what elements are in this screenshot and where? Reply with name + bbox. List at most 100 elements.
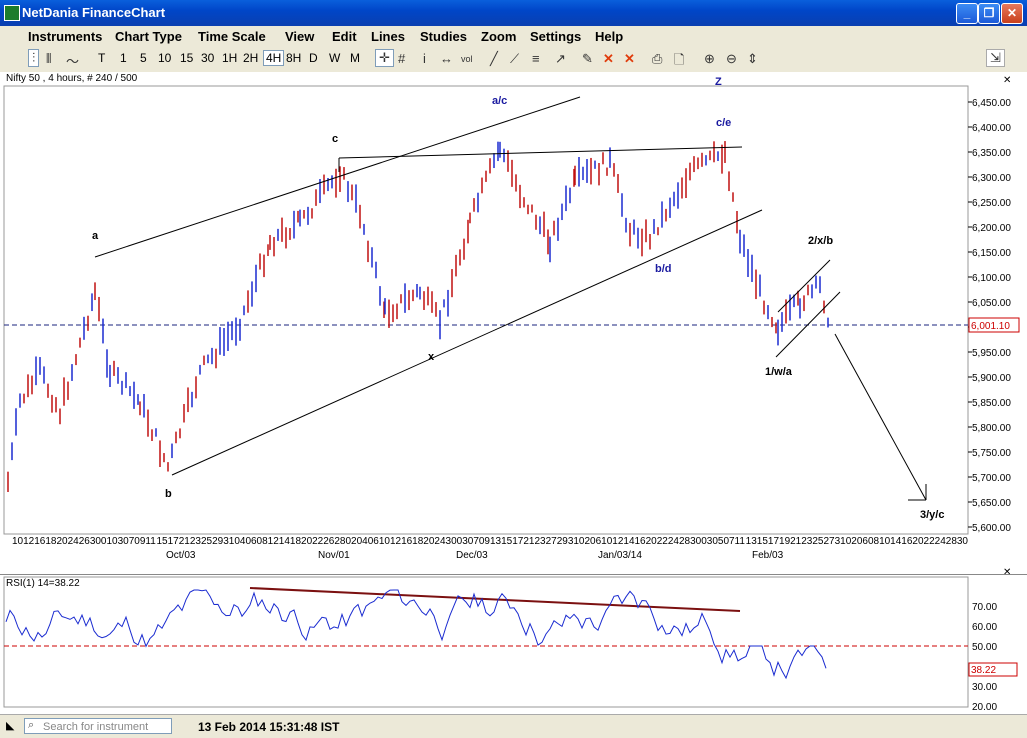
grid-icon[interactable]: # xyxy=(398,51,405,66)
timescale-m[interactable]: M xyxy=(350,51,360,65)
collapse-icon[interactable]: ◣ xyxy=(6,719,14,732)
wave-label-c: c xyxy=(332,133,338,145)
crosshair-icon[interactable]: ✛ xyxy=(375,49,394,67)
rsi-value: 38.22 xyxy=(971,665,996,676)
timescale-d[interactable]: D xyxy=(309,51,318,65)
date-tick-label: 16 xyxy=(635,536,647,547)
rsi-close-icon-btn[interactable]: ✕ xyxy=(1003,567,1011,578)
menu-time-scale[interactable]: Time Scale xyxy=(198,29,266,44)
rsi-panel[interactable]: RSI(1) 14=38.22 70.0060.0050.0040.0030.0… xyxy=(0,567,1027,715)
menu-lines[interactable]: Lines xyxy=(371,29,405,44)
date-tick-label: 03 xyxy=(701,536,713,547)
zoom-in-icon[interactable]: ⊕ xyxy=(704,51,715,67)
wave-label-ac: a/c xyxy=(492,95,507,107)
date-tick-label: 03 xyxy=(112,536,124,547)
date-tick-label: 14 xyxy=(623,536,635,547)
menu-zoom[interactable]: Zoom xyxy=(481,29,516,44)
line-chart-icon[interactable]: 〜 xyxy=(66,51,79,70)
price-tick-label: 5,850.00 xyxy=(972,398,1011,409)
timescale-5[interactable]: 5 xyxy=(140,51,147,65)
date-tick-label: 18 xyxy=(290,536,302,547)
toolbar: ⫶ ⫴ 〜 T 1 5 10 15 30 1H 2H 4H 8H D W M ✛… xyxy=(0,46,1027,73)
print-icon[interactable]: ⎙ xyxy=(652,51,662,67)
date-tick-label: 03 xyxy=(457,536,469,547)
date-tick-label: 30 xyxy=(690,536,702,547)
pencil-icon[interactable]: ✎ xyxy=(582,51,593,67)
timescale-2h[interactable]: 2H xyxy=(243,51,258,65)
date-tick-label: 06 xyxy=(590,536,602,547)
date-tick-label: 09 xyxy=(134,536,146,547)
info-icon[interactable]: i xyxy=(423,51,426,66)
menu-edit[interactable]: Edit xyxy=(332,29,357,44)
date-tick-label: 04 xyxy=(234,536,246,547)
date-tick-label: 24 xyxy=(434,536,446,547)
date-tick-label: 18 xyxy=(45,536,57,547)
bar-chart-icon[interactable]: ⫶ xyxy=(28,49,40,67)
menu-bar: Instruments Chart Type Time Scale View E… xyxy=(0,26,1027,46)
timescale-4h[interactable]: 4H xyxy=(263,50,285,66)
wave-label-b: b xyxy=(165,488,172,500)
date-tick-label: 16 xyxy=(401,536,413,547)
timescale-1h[interactable]: 1H xyxy=(222,51,237,65)
date-tick-label: 16 xyxy=(34,536,46,547)
search-input[interactable]: Search for instrument xyxy=(24,718,172,734)
timescale-15[interactable]: 15 xyxy=(180,51,193,65)
rsi-tick-label: 20.00 xyxy=(972,702,997,713)
volume-icon[interactable]: vol xyxy=(461,54,473,64)
date-tick-label: 14 xyxy=(890,536,902,547)
date-tick-label: 13 xyxy=(746,536,758,547)
arrow-line-icon[interactable]: ↗ xyxy=(555,51,566,67)
preview-icon[interactable]: 🗋 xyxy=(674,51,684,73)
minimize-button[interactable]: _ xyxy=(956,3,978,24)
date-tick-label: 22 xyxy=(924,536,936,547)
timescale-1[interactable]: 1 xyxy=(120,51,127,65)
timescale-8h[interactable]: 8H xyxy=(286,51,301,65)
price-tick-label: 6,400.00 xyxy=(972,123,1011,134)
pan-icon[interactable]: ↔ xyxy=(440,51,453,66)
delete-icon[interactable]: ✕ xyxy=(603,51,614,67)
close-button[interactable]: ✕ xyxy=(1001,3,1023,24)
date-tick-label: 19 xyxy=(779,536,791,547)
date-tick-label: 27 xyxy=(546,536,558,547)
menu-chart-type[interactable]: Chart Type xyxy=(115,29,182,44)
detach-icon[interactable]: ⇲ xyxy=(986,49,1005,67)
month-axis: Oct/03 Nov/01 Dec/03 Jan/03/14 Feb/03 xyxy=(166,550,784,561)
timescale-w[interactable]: W xyxy=(329,51,340,65)
timescale-30[interactable]: 30 xyxy=(201,51,214,65)
date-tick-label: 06 xyxy=(857,536,869,547)
menu-view[interactable]: View xyxy=(285,29,314,44)
status-bar: ◣ Search for instrument ⌕ 13 Feb 2014 15… xyxy=(0,714,1027,738)
date-tick-label: 28 xyxy=(334,536,346,547)
channel-icon[interactable]: ⟋ xyxy=(510,51,519,67)
date-tick-label: 06 xyxy=(245,536,257,547)
date-tick-label: 21 xyxy=(523,536,535,547)
date-tick-label: 08 xyxy=(868,536,880,547)
menu-settings[interactable]: Settings xyxy=(530,29,581,44)
fibonacci-icon[interactable]: ≡ xyxy=(532,51,540,66)
date-tick-label: 15 xyxy=(757,536,769,547)
zoom-fit-icon[interactable]: ⇕ xyxy=(747,51,758,67)
wave-label-bd: b/d xyxy=(655,263,672,275)
maximize-button[interactable]: ❐ xyxy=(978,3,1000,24)
date-tick-label: 06 xyxy=(368,536,380,547)
rsi-tick-label: 60.00 xyxy=(972,622,997,633)
candle-chart-icon[interactable]: ⫴ xyxy=(46,51,51,67)
zoom-out-icon[interactable]: ⊖ xyxy=(726,51,737,67)
price-tick-label: 6,350.00 xyxy=(972,148,1011,159)
date-tick-label: 20 xyxy=(423,536,435,547)
price-chart[interactable]: a b c x a/c Z c/e b/d 1/w/a 2/x/b 3/y/c … xyxy=(0,72,1027,574)
timescale-t[interactable]: T xyxy=(98,51,105,65)
timescale-10[interactable]: 10 xyxy=(158,51,171,65)
menu-studies[interactable]: Studies xyxy=(420,29,467,44)
price-tick-label: 6,100.00 xyxy=(972,273,1011,284)
date-tick-label: 23 xyxy=(801,536,813,547)
menu-instruments[interactable]: Instruments xyxy=(28,29,102,44)
menu-help[interactable]: Help xyxy=(595,29,623,44)
trendline-icon[interactable]: ╱ xyxy=(490,51,498,67)
delete-all-icon[interactable]: ✕ xyxy=(624,51,635,67)
month-label: Oct/03 xyxy=(166,550,196,561)
wave-label-wa: 1/w/a xyxy=(765,366,793,378)
date-tick-label: 11 xyxy=(735,536,746,547)
rsi-tick-label: 70.00 xyxy=(972,602,997,613)
date-tick-label: 31 xyxy=(223,536,235,547)
